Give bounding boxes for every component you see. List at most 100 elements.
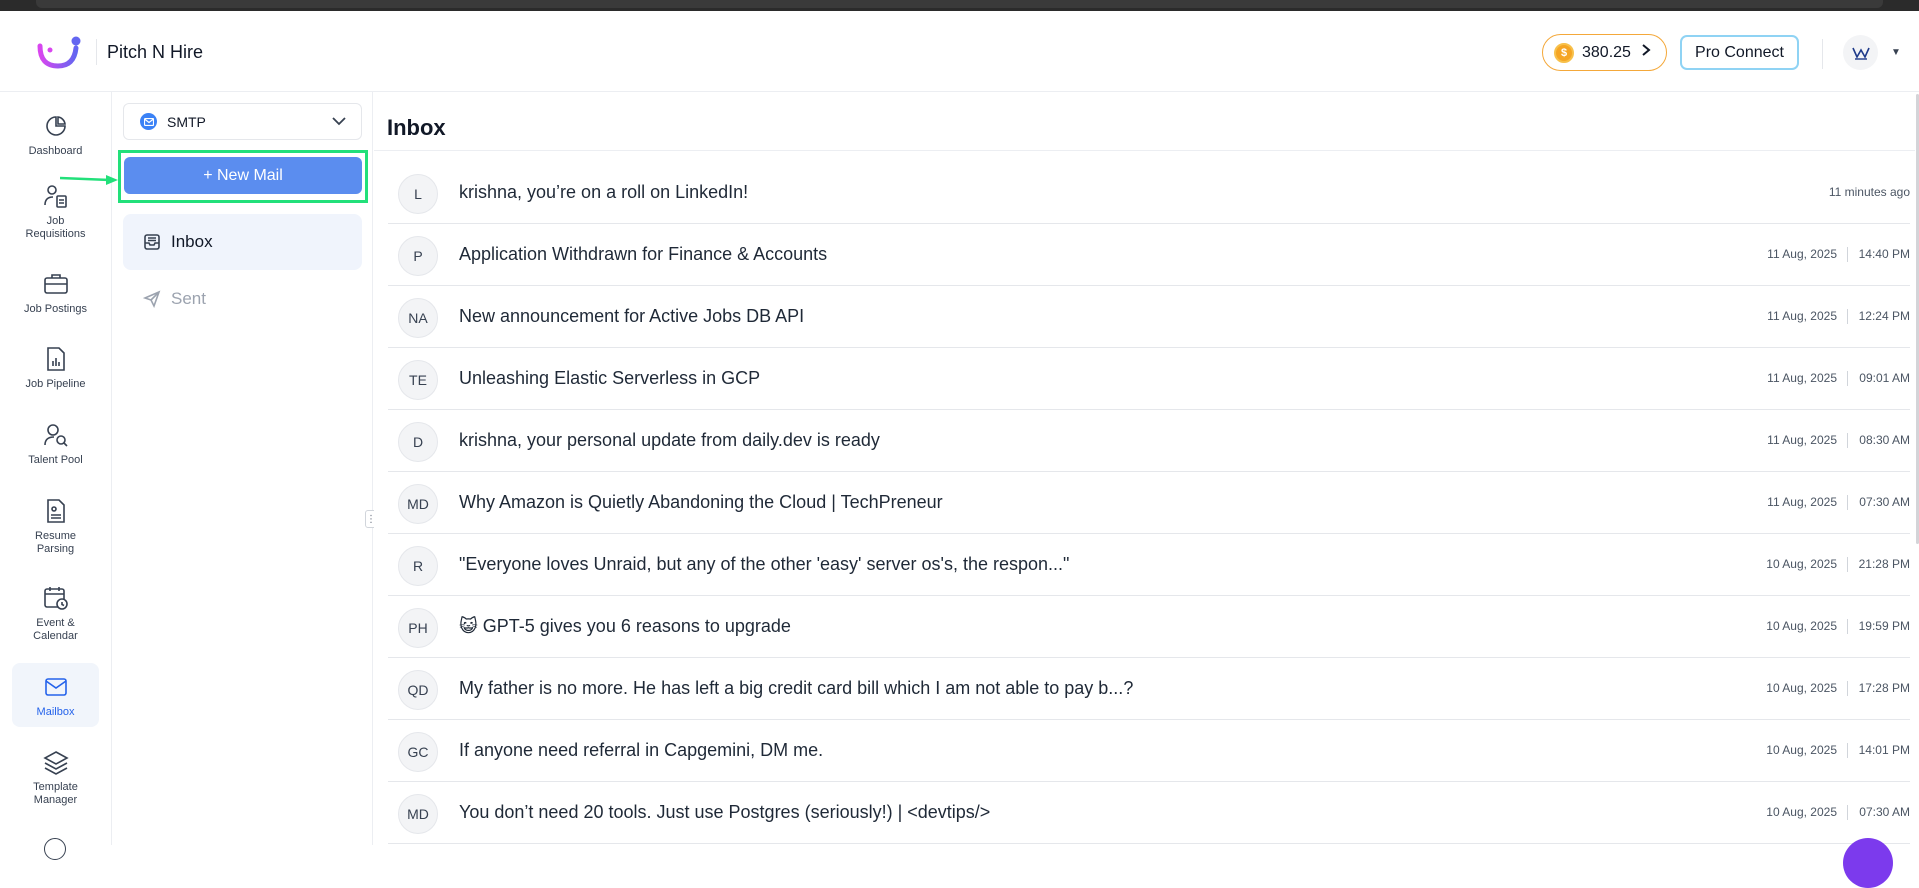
mail-date: 11 Aug, 2025 — [1767, 495, 1848, 510]
briefcase-icon — [42, 270, 70, 298]
nav-label: Mailbox — [36, 706, 75, 718]
mail-time: 09:01 AM — [1859, 371, 1910, 385]
mail-date: 10 Aug, 2025 — [1766, 681, 1848, 696]
account-label: SMTP — [167, 113, 206, 130]
caret-down-icon[interactable]: ▼ — [1891, 47, 1901, 58]
nav-talent-pool[interactable]: Talent Pool — [12, 421, 99, 477]
document-icon — [42, 497, 70, 525]
mail-subject: krishna, your personal update from daily… — [459, 430, 880, 450]
mail-date: 10 Aug, 2025 — [1766, 619, 1848, 634]
sender-avatar: TE — [398, 360, 438, 400]
mail-time: 12:24 PM — [1858, 309, 1910, 323]
nav-label: Event & Calendar — [33, 617, 78, 642]
header-divider — [96, 39, 97, 65]
nav-label: Job Postings — [24, 303, 87, 315]
pro-connect-button[interactable]: Pro Connect — [1680, 35, 1799, 70]
mail-date: 10 Aug, 2025 — [1766, 743, 1848, 758]
nav-label: Job Pipeline — [25, 378, 86, 390]
mail-date: 10 Aug, 2025 — [1766, 805, 1848, 820]
chat-fab-button[interactable] — [1843, 838, 1893, 888]
sender-avatar: GC — [398, 732, 438, 772]
mail-row[interactable]: NA New announcement for Active Jobs DB A… — [388, 286, 1910, 348]
mail-list: L krishna, you’re on a roll on LinkedIn!… — [388, 162, 1910, 844]
sender-avatar: QD — [398, 670, 438, 710]
folder-sent[interactable]: Sent — [123, 271, 362, 327]
chevron-down-icon — [331, 113, 347, 134]
avatar[interactable] — [1843, 35, 1878, 70]
sender-avatar: P — [398, 236, 438, 276]
mail-row[interactable]: P Application Withdrawn for Finance & Ac… — [388, 224, 1910, 286]
new-mail-button[interactable]: + New Mail — [124, 157, 362, 194]
mail-time: 07:30 AM — [1859, 805, 1910, 819]
nav-label: Template Manager — [33, 781, 78, 806]
mail-subject: If anyone need referral in Capgemini, DM… — [459, 740, 824, 760]
mail-date: 11 Aug, 2025 — [1767, 247, 1848, 262]
nav-job-pipeline[interactable]: Job Pipeline — [12, 345, 99, 401]
mail-time: 07:30 AM — [1859, 495, 1910, 509]
main-sidebar: Dashboard Job Requisitions Job Postings … — [0, 92, 112, 860]
mail-row[interactable]: R "Everyone loves Unraid, but any of the… — [388, 534, 1910, 596]
mail-row[interactable]: MD You don’t need 20 tools. Just use Pos… — [388, 782, 1910, 844]
coins-value: 380.25 — [1582, 43, 1631, 61]
brand-name: Pitch N Hire — [107, 42, 204, 62]
mail-date: 10 Aug, 2025 — [1766, 557, 1848, 572]
mail-row[interactable]: TE Unleashing Elastic Serverless in GCP … — [388, 348, 1910, 410]
user-avatar-icon — [1851, 47, 1870, 60]
mail-subject: You don’t need 20 tools. Just use Postgr… — [459, 802, 991, 822]
nav-job-postings[interactable]: Job Postings — [12, 270, 99, 326]
title-divider — [374, 150, 1919, 151]
mail-row[interactable]: D krishna, your personal update from dai… — [388, 410, 1910, 472]
mail-date: 11 Aug, 2025 — [1767, 433, 1848, 448]
nav-dashboard[interactable]: Dashboard — [12, 112, 99, 168]
nav-job-requisitions[interactable]: Job Requisitions — [12, 182, 99, 248]
folder-inbox[interactable]: Inbox — [123, 214, 362, 270]
nav-mailbox[interactable]: Mailbox — [12, 663, 99, 727]
mail-time: 14:01 PM — [1858, 743, 1910, 757]
sender-avatar: MD — [398, 794, 438, 834]
app-logo[interactable] — [36, 34, 82, 70]
nav-label: Talent Pool — [28, 454, 83, 466]
mail-time: 17:28 PM — [1858, 681, 1910, 695]
header-divider-right — [1822, 39, 1823, 69]
folder-label: Sent — [171, 289, 206, 308]
mail-row[interactable]: GC If anyone need referral in Capgemini,… — [388, 720, 1910, 782]
coins-balance-button[interactable]: $ 380.25 — [1542, 34, 1667, 71]
mail-row[interactable]: MD Why Amazon is Quietly Abandoning the … — [388, 472, 1910, 534]
mail-subject: krishna, you’re on a roll on LinkedIn! — [459, 182, 749, 202]
mail-row[interactable]: QD My father is no more. He has left a b… — [388, 658, 1910, 720]
browser-top-strip — [0, 0, 1919, 11]
pointer-arrow — [60, 175, 118, 185]
mail-subject: Why Amazon is Quietly Abandoning the Clo… — [459, 492, 943, 512]
nav-event-calendar[interactable]: Event & Calendar — [12, 584, 99, 650]
mail-account-icon — [140, 113, 157, 130]
sender-avatar: L — [398, 174, 438, 214]
send-icon — [143, 290, 161, 308]
mail-time: 21:28 PM — [1858, 557, 1910, 571]
mail-time: 08:30 AM — [1859, 433, 1910, 447]
sender-avatar: NA — [398, 298, 438, 338]
mail-row[interactable]: PH 😺 GPT-5 gives you 6 reasons to upgrad… — [388, 596, 1910, 658]
mail-date: 11 Aug, 2025 — [1767, 309, 1848, 324]
user-document-icon — [42, 182, 70, 210]
mail-row[interactable]: L krishna, you’re on a roll on LinkedIn!… — [388, 162, 1910, 224]
mail-time: 11 minutes ago — [1828, 185, 1910, 199]
mail-subject: Application Withdrawn for Finance & Acco… — [459, 244, 828, 264]
calendar-clock-icon — [42, 584, 70, 612]
coin-icon: $ — [1554, 42, 1574, 63]
file-chart-icon — [42, 345, 70, 373]
mail-subject: "Everyone loves Unraid, but any of the o… — [459, 554, 1070, 574]
mail-subject: Unleashing Elastic Serverless in GCP — [459, 368, 761, 388]
mail-subject: My father is no more. He has left a big … — [459, 678, 1134, 698]
globe-icon[interactable] — [44, 838, 66, 860]
scrollbar[interactable] — [1915, 92, 1919, 845]
page-title: Inbox — [387, 115, 446, 140]
nav-resume-parsing[interactable]: Resume Parsing — [12, 497, 99, 563]
inbox-icon — [143, 233, 161, 251]
sender-avatar: MD — [398, 484, 438, 524]
mail-subject: New announcement for Active Jobs DB API — [459, 306, 805, 326]
nav-label: Dashboard — [28, 145, 83, 157]
sender-avatar: PH — [398, 608, 438, 648]
mail-icon — [42, 673, 70, 701]
nav-template-manager[interactable]: Template Manager — [12, 748, 99, 814]
account-select[interactable]: SMTP — [123, 103, 362, 140]
